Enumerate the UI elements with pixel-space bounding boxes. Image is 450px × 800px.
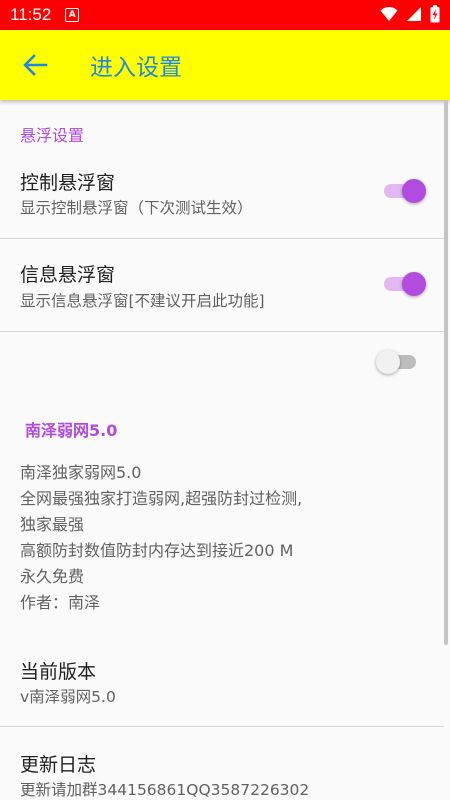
- signal-icon: [407, 7, 421, 21]
- about-line: 永久免费: [20, 567, 85, 586]
- divider: [0, 238, 444, 239]
- battery-icon: [430, 5, 440, 23]
- about-line: 独家最强: [20, 515, 85, 534]
- status-bar: 11:52 A: [0, 0, 450, 30]
- switch-thumb: [402, 272, 426, 296]
- version-title: 当前版本: [20, 661, 97, 683]
- standalone-switch[interactable]: [376, 347, 424, 377]
- page-title: 进入设置: [90, 55, 182, 81]
- about-line: 作者：南泽: [20, 593, 101, 612]
- divider: [0, 726, 444, 727]
- settings-list: 悬浮设置 控制悬浮窗 显示控制悬浮窗（下次测试生效） 信息悬浮窗 显示信息悬浮窗…: [0, 100, 450, 800]
- wifi-icon: [380, 6, 398, 21]
- about-line: 高额防封数值防封内存达到接近200 M: [20, 541, 294, 560]
- status-icons: [380, 5, 440, 23]
- changelog-title: 更新日志: [20, 754, 97, 776]
- arrow-left-icon[interactable]: [22, 52, 48, 78]
- about-text: 南泽独家弱网5.0 全网最强独家打造弱网,超强防封过检测, 独家最强 高额防封数…: [20, 460, 302, 616]
- notification-badge-icon: A: [65, 8, 80, 22]
- pref-control-float-summary: 显示控制悬浮窗（下次测试生效）: [20, 199, 253, 217]
- control-float-switch[interactable]: [384, 176, 428, 206]
- pref-control-float-title: 控制悬浮窗: [20, 172, 116, 194]
- status-time: 11:52: [10, 5, 52, 24]
- about-line: 全网最强独家打造弱网,超强防封过检测,: [20, 489, 303, 508]
- info-float-switch[interactable]: [384, 269, 428, 299]
- about-line: 南泽独家弱网5.0: [20, 463, 142, 482]
- switch-thumb: [376, 350, 400, 374]
- switch-thumb: [402, 179, 426, 203]
- version-summary: v南泽弱网5.0: [20, 688, 116, 706]
- pref-info-float-summary: 显示信息悬浮窗[不建议开启此功能]: [20, 292, 265, 310]
- pref-info-float-title: 信息悬浮窗: [20, 264, 116, 286]
- float-section-header: 悬浮设置: [20, 126, 85, 145]
- scrollbar[interactable]: [444, 100, 448, 645]
- app-bar: 进入设置: [0, 30, 450, 100]
- about-title: 南泽弱网5.0: [25, 421, 118, 440]
- changelog-summary: 更新请加群344156861QQ3587226302: [20, 781, 310, 799]
- divider: [0, 331, 444, 332]
